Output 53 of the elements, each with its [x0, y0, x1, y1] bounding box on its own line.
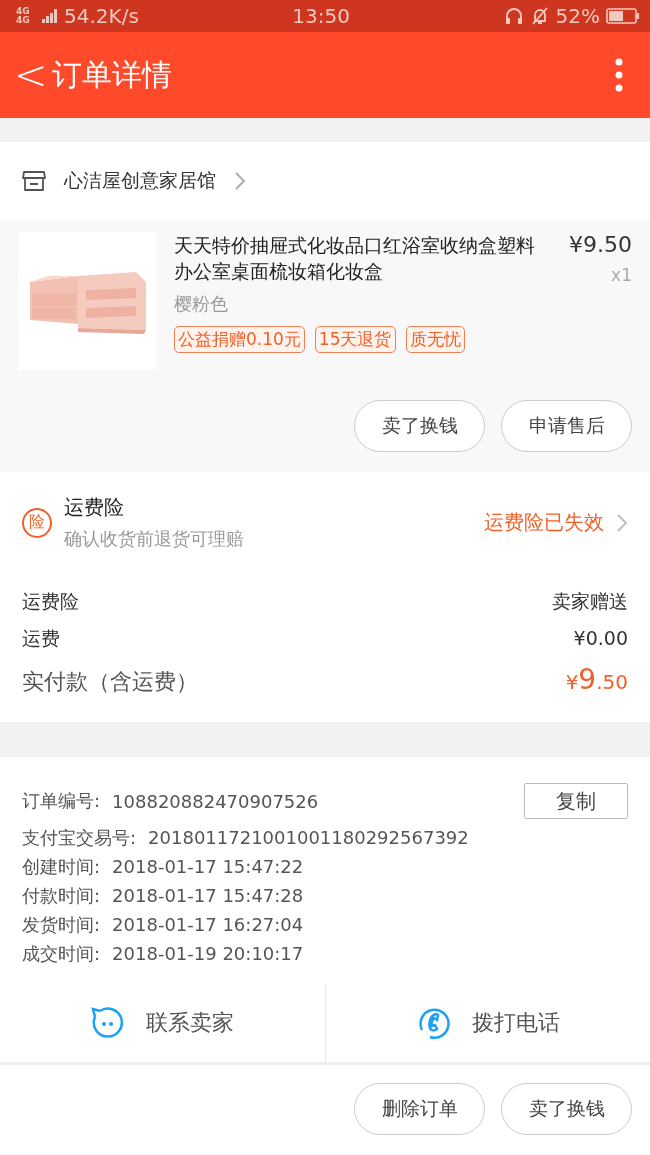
chevron-right-icon [616, 512, 628, 533]
info-value: 2018-01-17 16:27:04 [112, 914, 305, 935]
product-quantity: x1 [610, 265, 632, 285]
info-label: 订单编号: [22, 789, 101, 813]
fee-value: ¥9.50 [565, 663, 628, 696]
info-value: 2018-01-19 20:10:17 [112, 943, 305, 964]
info-label: 付款时间: [22, 883, 101, 908]
fee-label: 运费 [22, 626, 60, 651]
info-label: 支付宝交易号: [22, 825, 137, 850]
action-button[interactable]: 卖了换钱 [501, 1083, 632, 1135]
fee-label: 实付款（含运费） [22, 668, 198, 696]
shop-name: 心洁屋创意家居馆 [64, 168, 216, 193]
page-title: 订单详情 [51, 55, 173, 94]
info-label: 成交时间: [22, 941, 101, 966]
chevron-right-icon [234, 171, 246, 191]
action-button[interactable]: 卖了换钱 [354, 400, 485, 452]
product-variant: 樱粉色 [174, 292, 229, 316]
signal-icon [42, 9, 58, 23]
product-title: 天天特价抽屉式化妆品口红浴室收纳盒塑料办公室桌面梳妆箱化妆盒 [174, 233, 536, 284]
battery-icon [606, 8, 640, 24]
info-value: 108820882470907526 [112, 790, 320, 812]
insurance-subtitle: 确认收货前退货可理赔 [64, 527, 245, 551]
service-tag: 公益捐赠0.10元 [174, 326, 305, 353]
fee-value: ¥0.00 [573, 627, 628, 649]
network-speed: 54.2K/s [64, 4, 139, 28]
info-value: 2018-01-17 15:47:22 [112, 856, 305, 877]
insurance-status: 运费险已失效 [484, 509, 604, 536]
network-indicator: 4G 4G [16, 7, 31, 25]
insurance-row[interactable]: 险 运费险 确认收货前退货可理赔 运费险已失效 [0, 472, 650, 567]
fee-label: 运费险 [22, 589, 79, 614]
insurance-title: 运费险 [64, 494, 125, 521]
fee-value: 卖家赠送 [552, 589, 628, 614]
headphones-icon [503, 6, 524, 26]
info-value: 2018-01-17 15:47:28 [112, 885, 305, 906]
info-label: 创建时间: [22, 854, 101, 879]
store-icon [22, 170, 46, 192]
service-tag: 15天退货 [314, 326, 396, 353]
battery-percent: 52% [555, 4, 600, 28]
action-button[interactable]: 删除订单 [354, 1083, 485, 1135]
product-price: ¥9.50 [568, 232, 632, 257]
chat-bubble-icon [90, 1006, 125, 1040]
shop-row[interactable]: 心洁屋创意家居馆 [0, 142, 650, 220]
action-button[interactable]: 申请售后 [501, 400, 632, 452]
copy-button[interactable]: 复制 [524, 783, 628, 819]
info-value: 2018011721001001180292567392 [148, 827, 470, 848]
more-menu-icon [614, 58, 624, 92]
contact-button[interactable]: 拨打电话 [325, 984, 650, 1062]
muted-bell-icon [529, 6, 550, 26]
contact-button[interactable]: 联系卖家 [0, 984, 326, 1062]
info-label: 发货时间: [22, 912, 101, 937]
clock: 13:50 [292, 4, 350, 28]
insurance-badge: 险 [22, 507, 52, 538]
service-tag: 质无忧 [405, 326, 465, 353]
